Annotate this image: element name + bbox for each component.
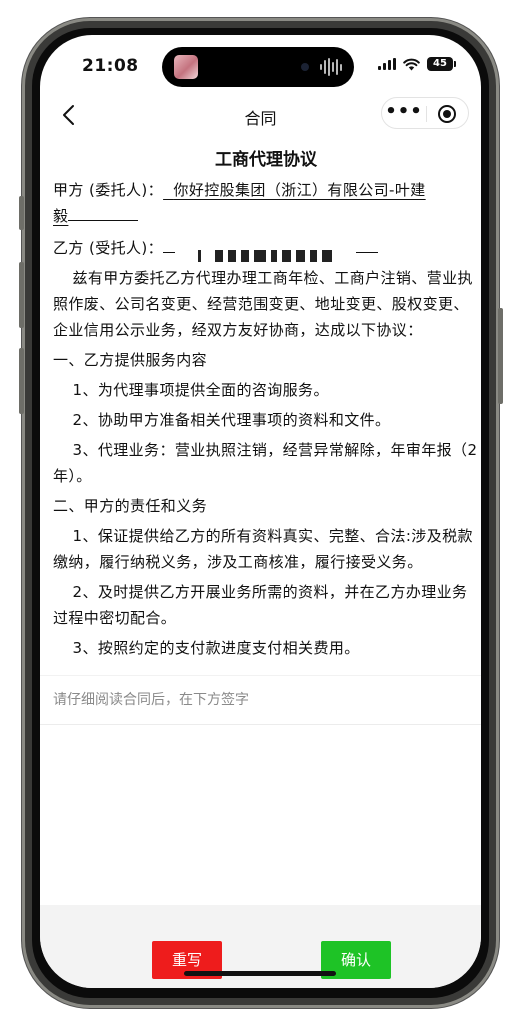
media-thumbnail xyxy=(174,55,198,79)
power-button xyxy=(498,308,503,404)
volume-up-button xyxy=(19,262,24,328)
party-a-value: 你好控股集团（浙江）有限公司-叶建 xyxy=(173,181,426,199)
contract-paragraph: 2、协助甲方准备相关代理事项的资料和文件。 xyxy=(72,411,391,429)
contract-paragraph: 兹有甲方委托乙方代理办理工商年检、工商户注销、营业执照作废、公司名变更、经营范围… xyxy=(53,269,473,339)
contract-paragraph: 1、为代理事项提供全面的咨询服务。 xyxy=(72,381,329,399)
mini-program-capsule: ••• xyxy=(381,97,469,129)
party-b-label: 乙方 (受托人)： xyxy=(53,239,164,257)
status-time: 21:08 xyxy=(82,56,139,76)
camera-icon xyxy=(301,63,309,71)
sign-area[interactable]: 请仔细阅读合同后，在下方签字 xyxy=(40,675,481,725)
contract-paragraph: 一、乙方提供服务内容 xyxy=(53,351,208,369)
contract-paragraph: 3、代理业务：营业执照注销，经营异常解除，年审年报（2年）。 xyxy=(53,441,478,485)
contract-title: 工商代理协议 xyxy=(215,150,317,170)
volume-down-button xyxy=(19,348,24,414)
audio-wave-icon xyxy=(320,57,342,77)
home-indicator[interactable] xyxy=(184,971,336,976)
sign-hint: 请仔细阅读合同后，在下方签字 xyxy=(53,692,249,708)
contract-content[interactable]: 工商代理协议 甲方 (委托人)： 你好控股集团（浙江）有限公司-叶建 毅 乙方 … xyxy=(53,143,479,675)
party-a-label: 甲方 (委托人)： xyxy=(53,181,164,199)
contract-paragraph: 3、按照约定的支付款进度支付相关费用。 xyxy=(72,639,360,657)
battery-icon: 45 xyxy=(427,57,456,71)
party-a-line: 甲方 (委托人)： 你好控股集团（浙江）有限公司-叶建 xyxy=(53,177,479,203)
nav-bar: 合同 ••• xyxy=(40,93,481,137)
wifi-icon xyxy=(403,58,420,70)
status-icons: 45 xyxy=(378,57,456,71)
signal-icon xyxy=(378,58,396,70)
party-a-value-continued: 毅 xyxy=(53,207,69,225)
contract-paragraph: 1、保证提供给乙方的所有资料真实、完整、合法:涉及税款缴纳，履行纳税义务，涉及工… xyxy=(53,527,473,571)
screen: 21:08 45 合同 ••• 工商代理协议 甲方 (委托人)： 你好控股集团（… xyxy=(40,35,481,988)
capsule-divider xyxy=(426,106,427,122)
contract-paragraph: 二、甲方的责任和义务 xyxy=(53,497,208,515)
party-a-line-2: 毅 xyxy=(53,203,479,229)
underline-blank xyxy=(68,205,139,221)
more-dots-icon[interactable]: ••• xyxy=(382,98,426,130)
party-b-line: 乙方 (受托人)： xyxy=(53,235,479,262)
redacted-name xyxy=(180,243,337,262)
contract-paragraph: 2、及时提供乙方开展业务所需的资料，并在乙方办理业务过程中密切配合。 xyxy=(53,583,468,627)
dynamic-island[interactable] xyxy=(162,47,354,87)
contract-paragraphs: 兹有甲方委托乙方代理办理工商年检、工商户注销、营业执照作废、公司名变更、经营范围… xyxy=(53,265,479,661)
target-circle-icon[interactable] xyxy=(438,105,456,123)
action-button xyxy=(19,196,24,230)
